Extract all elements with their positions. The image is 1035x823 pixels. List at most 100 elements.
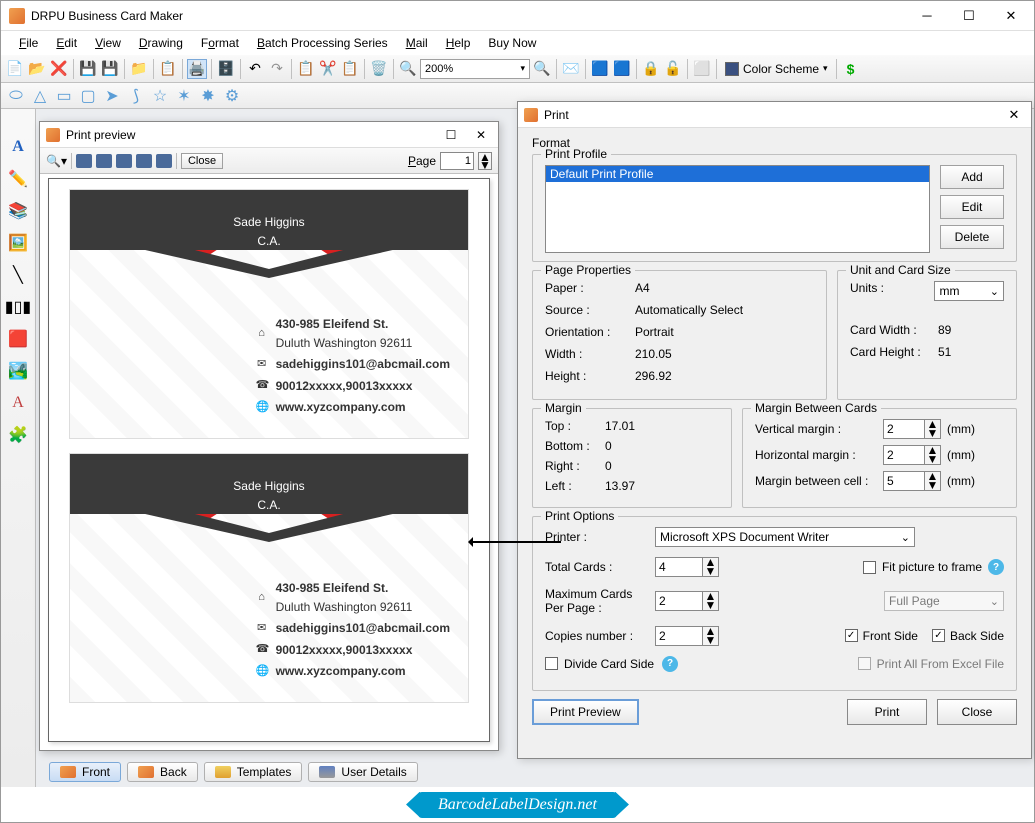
cut-icon[interactable]: ✂️: [318, 59, 338, 79]
triangle-icon[interactable]: △: [31, 87, 49, 105]
close-button[interactable]: ✕: [996, 6, 1026, 26]
maxcards-input[interactable]: ▲▼: [655, 591, 719, 611]
arrow-icon[interactable]: ➤: [103, 87, 121, 105]
save-icon[interactable]: 💾: [78, 59, 98, 79]
layout-1-icon[interactable]: [76, 154, 92, 168]
zoomin-icon[interactable]: 🔍: [398, 59, 418, 79]
preview-maximize-button[interactable]: ☐: [440, 128, 462, 142]
units-select[interactable]: mm: [934, 281, 1004, 301]
print-button[interactable]: Print: [847, 699, 927, 725]
mail-icon[interactable]: ✉️: [561, 59, 581, 79]
gear-icon[interactable]: ⚙: [223, 87, 241, 105]
tab-user[interactable]: User Details: [308, 762, 417, 782]
copies-input[interactable]: ▲▼: [655, 626, 719, 646]
preview-close-button[interactable]: ✕: [470, 128, 492, 142]
picture-icon[interactable]: 🏞️: [8, 361, 28, 381]
fit-icon[interactable]: ⬜: [692, 59, 712, 79]
layout-5-icon[interactable]: [156, 154, 172, 168]
image-icon[interactable]: 🖼️: [8, 233, 28, 253]
layout-3-icon[interactable]: [116, 154, 132, 168]
totalcards-input[interactable]: ▲▼: [655, 557, 719, 577]
bring-front-icon[interactable]: 🟦: [590, 59, 610, 79]
front-checkbox[interactable]: [845, 629, 858, 642]
divide-checkbox[interactable]: [545, 657, 558, 670]
profile-item-default[interactable]: Default Print Profile: [546, 166, 929, 182]
print-preview-button[interactable]: Print Preview: [532, 699, 639, 725]
tab-back[interactable]: Back: [127, 762, 198, 782]
rect-icon[interactable]: ▭: [55, 87, 73, 105]
delete-icon[interactable]: ❌: [49, 59, 69, 79]
print-close-button[interactable]: ✕: [1003, 107, 1025, 123]
cellmargin-input[interactable]: ▲▼: [883, 471, 941, 491]
redo-icon[interactable]: ↷: [267, 59, 287, 79]
menu-batch[interactable]: Batch Processing Series: [249, 34, 396, 52]
line-icon[interactable]: ╲: [8, 265, 28, 285]
export-icon[interactable]: 📁: [129, 59, 149, 79]
menu-help[interactable]: Help: [438, 34, 479, 52]
tab-templates[interactable]: Templates: [204, 762, 303, 782]
currency-icon[interactable]: $: [841, 59, 861, 79]
tab-front[interactable]: Front: [49, 762, 121, 782]
vmargin-input[interactable]: ▲▼: [883, 419, 941, 439]
menu-buy[interactable]: Buy Now: [480, 34, 544, 52]
undo-icon[interactable]: ↶: [245, 59, 265, 79]
ellipse-icon[interactable]: ⬭: [7, 87, 25, 105]
barcode-icon[interactable]: ▮▯▮: [8, 297, 28, 317]
footer-link[interactable]: BarcodeLabelDesign.net: [418, 792, 617, 818]
color-scheme-button[interactable]: Color Scheme ▾: [721, 62, 832, 76]
help-icon[interactable]: ?: [662, 656, 678, 672]
curve-icon[interactable]: ⟆: [127, 87, 145, 105]
menu-view[interactable]: View: [87, 34, 129, 52]
close-dialog-button[interactable]: Close: [937, 699, 1017, 725]
profile-list[interactable]: Default Print Profile: [545, 165, 930, 253]
open-icon[interactable]: 📂: [27, 59, 47, 79]
burst-icon[interactable]: ✸: [199, 87, 217, 105]
copy-icon[interactable]: 📋: [296, 59, 316, 79]
saveas-icon[interactable]: 💾: [100, 59, 120, 79]
star6-icon[interactable]: ✶: [175, 87, 193, 105]
printer-select[interactable]: Microsoft XPS Document Writer: [655, 527, 915, 547]
paste-icon[interactable]: 📋: [340, 59, 360, 79]
zoom-select[interactable]: 200%: [420, 59, 530, 79]
watermark-icon[interactable]: A: [8, 393, 28, 413]
menu-drawing[interactable]: Drawing: [131, 34, 191, 52]
database-icon[interactable]: 🗄️: [216, 59, 236, 79]
edit-button[interactable]: Edit: [940, 195, 1004, 219]
remove-icon[interactable]: 🗑️: [369, 59, 389, 79]
new-icon[interactable]: 📄: [5, 59, 25, 79]
add-button[interactable]: Add: [940, 165, 1004, 189]
zoomout-icon[interactable]: 🔍: [532, 59, 552, 79]
text-tool-icon[interactable]: A: [8, 137, 28, 157]
menu-edit[interactable]: Edit: [48, 34, 85, 52]
send-back-icon[interactable]: 🟦: [612, 59, 632, 79]
library-icon[interactable]: 📚: [8, 201, 28, 221]
print-icon[interactable]: 🖨️: [187, 59, 207, 79]
preview-page: Sade HigginsC.A. ⌂430-985 Eleifend St.Du…: [48, 178, 490, 742]
lock-icon[interactable]: 🔒: [641, 59, 661, 79]
unlock-icon[interactable]: 🔓: [663, 59, 683, 79]
orient-label: Orientation :: [545, 325, 635, 339]
delete-button[interactable]: Delete: [940, 225, 1004, 249]
maximize-button[interactable]: ☐: [954, 6, 984, 26]
help-icon[interactable]: ?: [988, 559, 1004, 575]
magnify-icon[interactable]: 🔍▾: [46, 154, 67, 168]
minimize-button[interactable]: ─: [912, 6, 942, 26]
layout-2-icon[interactable]: [96, 154, 112, 168]
fullpage-select: Full Page: [884, 591, 1004, 611]
puzzle-icon[interactable]: 🧩: [8, 425, 28, 445]
pencil-icon[interactable]: ✏️: [8, 169, 28, 189]
properties-icon[interactable]: 📋: [158, 59, 178, 79]
page-input[interactable]: [440, 152, 474, 170]
menu-format[interactable]: Format: [193, 34, 247, 52]
menu-mail[interactable]: Mail: [398, 34, 436, 52]
layout-4-icon[interactable]: [136, 154, 152, 168]
hmargin-input[interactable]: ▲▼: [883, 445, 941, 465]
star-icon[interactable]: ☆: [151, 87, 169, 105]
back-checkbox[interactable]: [932, 629, 945, 642]
fit-checkbox[interactable]: [863, 561, 876, 574]
menu-file[interactable]: File: [11, 34, 46, 52]
page-spinner[interactable]: ▲▼: [478, 152, 492, 170]
roundrect-icon[interactable]: ▢: [79, 87, 97, 105]
layers-icon[interactable]: 🟥: [8, 329, 28, 349]
preview-close-btn[interactable]: Close: [181, 153, 223, 169]
